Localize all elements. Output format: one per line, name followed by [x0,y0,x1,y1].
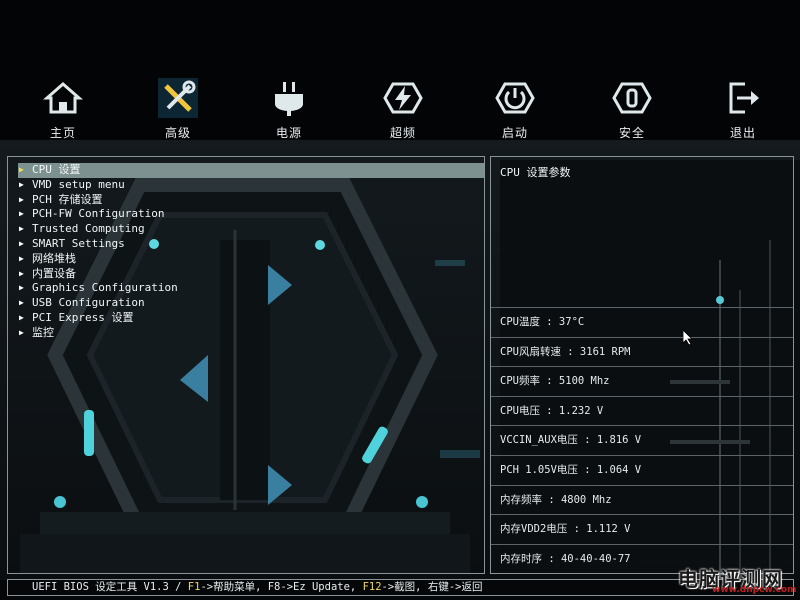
overclock-bolt-icon [383,82,423,114]
watermark-url: www.dnpcw.com [712,585,797,595]
nav-power[interactable]: 电源 [249,78,329,146]
menu-item-graphics-configuration[interactable]: ▶ Graphics Configuration [18,281,484,296]
menu-item-monitor[interactable]: ▶ 监控 [18,326,484,341]
menu-item-label: CPU 设置 [32,163,81,176]
triangle-right-icon: ▶ [19,283,24,293]
menu-item-label: PCH-FW Configuration [32,207,165,221]
triangle-right-icon: ▶ [19,253,24,263]
site-watermark: 电脑评测网 www.dnpcw.com [678,563,796,599]
hw-row-mem-freq: 内存频率 : 4800 Mhz [491,484,793,515]
menu-item-network-stack[interactable]: ▶ 网络堆栈 [18,252,484,267]
hardware-monitor: CPU温度 : 37°C CPU风扇转速 : 3161 RPM CPU频率 : … [491,307,793,573]
menu-item-label: 内置设备 [32,266,76,280]
footer-key-f1: F1 [187,581,201,593]
nav-security[interactable]: 安全 [592,78,672,146]
footer-prefix: UEFI BIOS 设定工具 V1.3 / [32,581,188,593]
nav-label: 安全 [618,126,645,140]
triangle-right-icon: ▶ [19,179,24,189]
info-panel: CPU 设置参数 CPU温度 : 37°C CPU风扇转速 : 3161 RPM… [490,156,794,574]
menu-item-label: 网络堆栈 [32,251,76,265]
nav-label: 启动 [501,126,528,140]
triangle-right-icon: ▶ [19,165,24,174]
triangle-right-icon: ▶ [19,194,24,204]
menu-item-label: Trusted Computing [32,222,145,236]
triangle-right-icon: ▶ [19,224,24,234]
menu-item-usb-configuration[interactable]: ▶ USB Configuration [18,296,484,311]
nav-label: 主页 [49,126,76,140]
triangle-right-icon: ▶ [19,312,24,322]
exit-icon [729,82,759,114]
settings-menu-panel: ▶ CPU 设置 ▶ VMD setup menu ▶ PCH 存储设置 ▶ P… [7,156,485,574]
menu-item-label: 监控 [32,325,54,339]
triangle-right-icon: ▶ [19,238,24,248]
hw-row-mem-vdd2: 内存VDD2电压 : 1.112 V [491,514,793,544]
footer-f1-text: ->帮助菜单, F8->Ez Update, [200,581,363,593]
menu-item-label: VMD setup menu [32,177,125,191]
triangle-right-icon: ▶ [19,268,24,278]
hw-row-cpu-fan: CPU风扇转速 : 3161 RPM [491,336,793,367]
nav-home[interactable]: 主页 [23,78,103,146]
menu-item-pci-express[interactable]: ▶ PCI Express 设置 [18,311,484,326]
menu-item-pch-fw[interactable]: ▶ PCH-FW Configuration [18,207,484,222]
top-navigation: 主页 高级 电源 超频 启动 安全 退出 [0,78,800,148]
menu-item-label: Graphics Configuration [32,281,178,295]
hw-row-cpu-freq: CPU频率 : 5100 Mhz [491,366,793,396]
home-icon [43,82,83,114]
menu-item-vmd-setup[interactable]: ▶ VMD setup menu [18,178,484,193]
mouse-cursor-icon [683,330,693,346]
security-icon [612,82,652,114]
nav-label: 电源 [275,126,302,140]
nav-advanced[interactable]: 高级 [138,78,218,146]
footer-key-f12: F12 [362,581,382,593]
nav-boot[interactable]: 启动 [475,78,555,146]
menu-item-pch-storage[interactable]: ▶ PCH 存储设置 [18,193,484,208]
settings-menu: ▶ CPU 设置 ▶ VMD setup menu ▶ PCH 存储设置 ▶ P… [18,163,484,341]
help-description: CPU 设置参数 [500,166,571,179]
menu-item-smart-settings[interactable]: ▶ SMART Settings [18,237,484,252]
hw-row-cpu-temp: CPU温度 : 37°C [491,307,793,337]
nav-label: 退出 [729,126,756,140]
footer-f12-text: ->截图, 右键->返回 [381,581,483,593]
menu-item-onboard-devices[interactable]: ▶ 内置设备 [18,267,484,282]
triangle-right-icon: ▶ [19,327,24,337]
footer-help-bar: UEFI BIOS 设定工具 V1.3 / F1->帮助菜单, F8->Ez U… [7,579,794,596]
nav-overclock[interactable]: 超频 [363,78,443,146]
hw-row-pch-voltage: PCH 1.05V电压 : 1.064 V [491,454,793,485]
menu-item-label: PCI Express 设置 [32,310,134,324]
nav-label: 超频 [389,126,416,140]
nav-exit[interactable]: 退出 [703,78,783,146]
tools-icon [158,78,198,118]
hw-row-vccin-aux: VCCIN_AUX电压 : 1.816 V [491,425,793,455]
boot-power-icon [495,82,535,114]
menu-item-label: PCH 存储设置 [32,192,103,206]
menu-item-cpu-settings[interactable]: ▶ CPU 设置 [18,163,484,178]
triangle-right-icon: ▶ [19,209,24,219]
menu-item-label: SMART Settings [32,236,125,250]
power-plug-icon [275,82,303,116]
triangle-right-icon: ▶ [19,298,24,308]
menu-item-label: USB Configuration [32,296,145,310]
hw-row-cpu-voltage: CPU电压 : 1.232 V [491,395,793,426]
menu-item-trusted-computing[interactable]: ▶ Trusted Computing [18,222,484,237]
nav-label: 高级 [164,126,191,140]
